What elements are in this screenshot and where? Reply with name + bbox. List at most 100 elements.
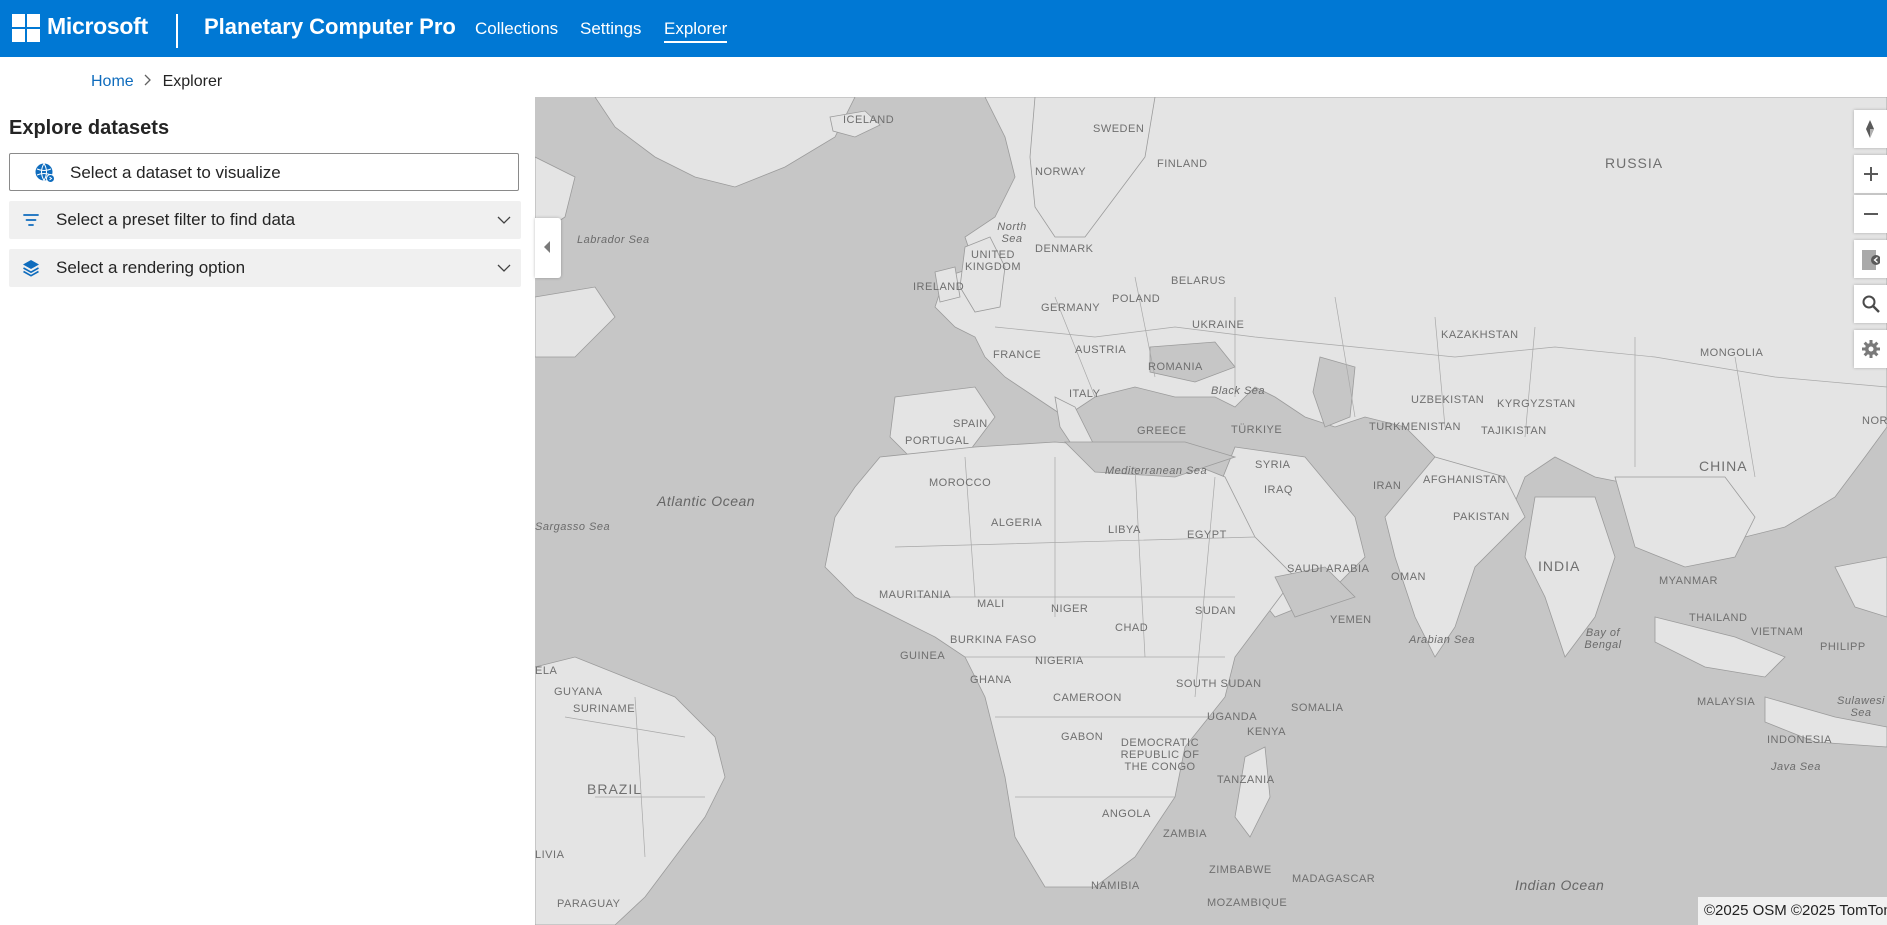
basemap-button[interactable]: [1854, 240, 1887, 278]
map-label: UGANDA: [1207, 711, 1258, 723]
map-label: NOR: [1862, 415, 1887, 427]
map-label: UNITED KINGDOM: [964, 249, 1022, 273]
map-search-button[interactable]: [1854, 285, 1887, 323]
zoom-out-button[interactable]: [1854, 195, 1887, 233]
dataset-select-label: Select a dataset to visualize: [70, 163, 281, 182]
collapse-panel-button[interactable]: [535, 218, 561, 278]
map-label: MALI: [977, 598, 1005, 610]
map-label: IRELAND: [913, 281, 965, 293]
rendering-option-label: Select a rendering option: [56, 258, 246, 277]
map-label: SYRIA: [1255, 459, 1291, 471]
map-label: SWEDEN: [1093, 123, 1145, 135]
map-label: FRANCE: [993, 349, 1042, 361]
map-label: ANGOLA: [1102, 808, 1151, 820]
map-label: THAILAND: [1689, 612, 1748, 624]
nav-collections[interactable]: Collections: [475, 19, 558, 39]
map-settings-button[interactable]: [1854, 330, 1887, 368]
map-label: MADAGASCAR: [1292, 873, 1376, 885]
map-label: CHAD: [1115, 622, 1149, 634]
map-label: NAMIBIA: [1091, 880, 1140, 892]
map-label: MOZAMBIQUE: [1207, 897, 1288, 909]
compass-icon: [1866, 120, 1874, 138]
panel-title: Explore datasets: [9, 117, 170, 139]
map-label: PHILIPP: [1820, 641, 1866, 653]
map-label: ZAMBIA: [1163, 828, 1207, 840]
map-label: MALAYSIA: [1697, 696, 1756, 708]
map-label: TAJIKISTAN: [1481, 425, 1547, 437]
map-label: YEMEN: [1330, 614, 1372, 626]
map-label: TURKMENISTAN: [1369, 421, 1461, 433]
basemap-icon: [1862, 250, 1880, 270]
map-label: OMAN: [1391, 571, 1426, 583]
map-label: ROMANIA: [1148, 361, 1203, 373]
map-label: TÜRKIYE: [1231, 424, 1283, 436]
map-label: ALGERIA: [991, 517, 1043, 529]
map-label: DENMARK: [1035, 243, 1094, 255]
zoom-in-button[interactable]: [1854, 155, 1887, 193]
compass-button[interactable]: [1854, 110, 1887, 148]
map-label: SUDAN: [1195, 605, 1237, 617]
map-label: GABON: [1061, 731, 1104, 743]
map-label: SAUDI ARABIA: [1287, 563, 1370, 575]
breadcrumb: Home Explorer: [91, 73, 222, 91]
map-label: CHINA: [1699, 458, 1748, 474]
zoom-out-icon: [1864, 213, 1878, 215]
map-label: Atlantic Ocean: [657, 493, 756, 509]
breadcrumb-home[interactable]: Home: [91, 73, 134, 90]
product-title[interactable]: Planetary Computer Pro: [204, 14, 456, 40]
map-label: KYRGYZSTAN: [1497, 398, 1576, 410]
map-label: NIGERIA: [1035, 655, 1084, 667]
map-label: Java Sea: [1771, 761, 1821, 773]
microsoft-logo-icon[interactable]: [12, 14, 40, 42]
map-label: BURKINA FASO: [950, 634, 1037, 646]
map-label: Sulawesi Sea: [1836, 695, 1886, 719]
map-label: Black Sea: [1211, 385, 1266, 397]
preset-filter-accordion[interactable]: Select a preset filter to find data: [9, 201, 521, 239]
map-label: UZBEKISTAN: [1411, 394, 1485, 406]
globe-icon: [34, 162, 56, 184]
gear-icon: [1862, 340, 1880, 358]
map-label: EGYPT: [1187, 529, 1227, 541]
dataset-select[interactable]: Select a dataset to visualize: [9, 153, 519, 191]
map-label: ZIMBABWE: [1209, 864, 1272, 876]
nav-explorer[interactable]: Explorer: [664, 19, 728, 43]
breadcrumb-current: Explorer: [162, 73, 223, 90]
map-label: TANZANIA: [1217, 774, 1275, 786]
map-label: RUSSIA: [1605, 155, 1664, 171]
map-label: GERMANY: [1041, 302, 1101, 314]
chevron-down-icon: [497, 213, 511, 227]
map-label: INDONESIA: [1767, 734, 1833, 746]
map-label: KAZAKHSTAN: [1441, 329, 1519, 341]
map-label: AUSTRIA: [1075, 344, 1127, 356]
rendering-option-accordion[interactable]: Select a rendering option: [9, 249, 521, 287]
map-label: MOROCCO: [929, 477, 992, 489]
map-label: NORWAY: [1035, 166, 1087, 178]
map-label: MYANMAR: [1659, 575, 1718, 587]
map-label: Bay of Bengal: [1584, 627, 1622, 651]
map-canvas[interactable]: ICELAND SWEDEN FINLAND NORWAY RUSSIA Lab…: [535, 97, 1887, 925]
map-label: GREECE: [1137, 425, 1187, 437]
map-label: LIBYA: [1108, 524, 1141, 536]
map-label: DEMOCRATIC REPUBLIC OF THE CONGO: [1120, 737, 1200, 773]
map-label: North Sea: [997, 221, 1027, 245]
map-label: GUYANA: [554, 686, 603, 698]
top-bar: Microsoft Planetary Computer Pro Collect…: [0, 0, 1887, 57]
map-label: ITALY: [1069, 388, 1101, 400]
map-label: ICELAND: [843, 114, 895, 126]
map-label: MONGOLIA: [1700, 347, 1764, 359]
map-label: POLAND: [1112, 293, 1161, 305]
nav-settings[interactable]: Settings: [580, 19, 641, 39]
caret-left-icon: [544, 241, 550, 253]
map-label: INDIA: [1538, 558, 1581, 574]
brand-name[interactable]: Microsoft: [47, 13, 148, 40]
map-label: VIETNAM: [1751, 626, 1804, 638]
map-label: SURINAME: [573, 703, 636, 715]
map-label: PORTUGAL: [905, 435, 970, 447]
layers-icon: [21, 258, 41, 278]
map-label: IRAN: [1373, 480, 1402, 492]
map-label: SOUTH SUDAN: [1176, 678, 1262, 690]
map-label: AFGHANISTAN: [1423, 474, 1506, 486]
chevron-down-icon: [497, 261, 511, 275]
map-label: FINLAND: [1157, 158, 1208, 170]
map-label: SOMALIA: [1291, 702, 1344, 714]
